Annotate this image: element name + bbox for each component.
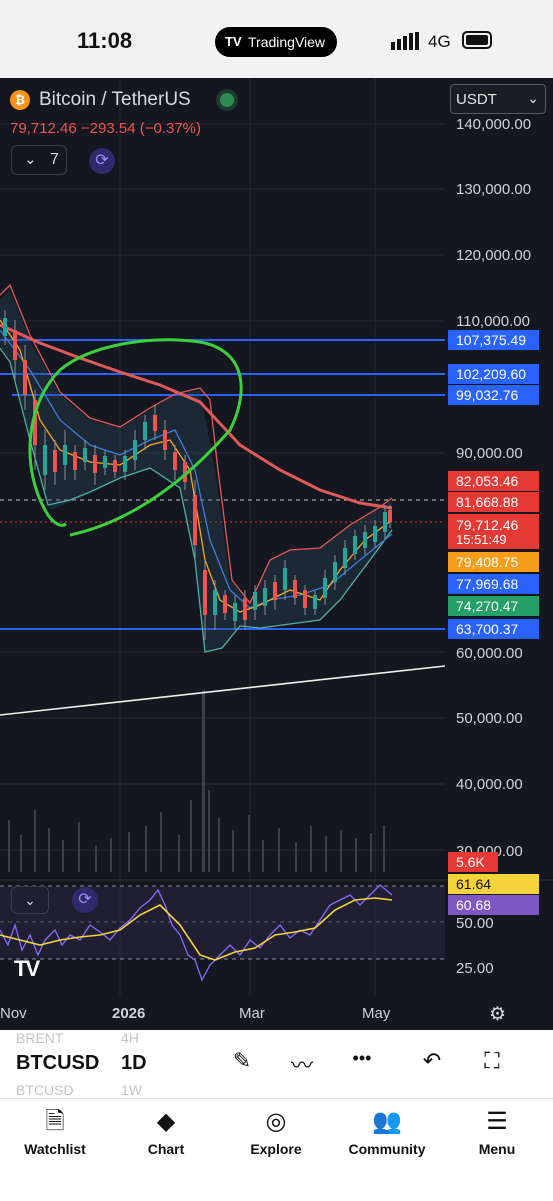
interval-selector[interactable]: 1D: [121, 1052, 147, 1075]
last-price: 79,712.46: [10, 120, 77, 137]
price-change-line: 79,712.46 −293.54 (−0.37%): [10, 120, 201, 137]
indicator-count: 7: [50, 151, 59, 168]
price-tag: 79,408.75: [448, 552, 539, 572]
symbol-name: Bitcoin / TetherUS: [39, 89, 191, 110]
tab-community[interactable]: 👥 Community: [337, 1105, 437, 1157]
indicators-icon[interactable]: 〰: [286, 1048, 318, 1078]
more-icon[interactable]: •••: [346, 1048, 378, 1078]
signal-icon: [391, 32, 419, 50]
price-tag: 77,969.68: [448, 574, 539, 594]
symbol-ghost-above: BRENT: [16, 1030, 64, 1046]
pill-label: TradingView: [248, 34, 326, 50]
time-axis-label: 2026: [112, 1005, 145, 1022]
price-tag: 107,375.49: [448, 330, 539, 350]
price-tag: 63,700.37: [448, 619, 539, 639]
time-axis-label: Nov: [0, 1005, 27, 1022]
currency-select[interactable]: USDT ⌄: [450, 84, 546, 114]
price-tag: 102,209.60: [448, 364, 539, 384]
indicators-toggle-button[interactable]: ⌄ 7: [11, 145, 67, 175]
rsi-axis-label: 25.00: [456, 960, 494, 977]
tradingview-pill[interactable]: TV TradingView: [215, 27, 337, 57]
fullscreen-icon[interactable]: ⛶: [476, 1048, 508, 1078]
currency-label: USDT: [456, 91, 497, 108]
network-type: 4G: [428, 32, 451, 51]
tradingview-watermark-icon: TV: [14, 956, 40, 981]
bookmark-icon: 🗎: [45, 1108, 65, 1135]
tab-label: Watchlist: [24, 1141, 86, 1157]
status-time: 11:08: [77, 28, 133, 53]
tab-label: Chart: [147, 1141, 185, 1157]
chevron-down-icon: ⌄: [24, 151, 37, 168]
undo-icon[interactable]: ↶: [416, 1048, 448, 1078]
price-tag: 99,032.76: [448, 385, 539, 405]
bottom-tab-bar: 🗎 Watchlist ◆ Chart ◎ Explore 👥 Communit…: [0, 1098, 553, 1201]
rsi-sync-icon[interactable]: ⟳: [72, 887, 98, 913]
tab-label: Community: [348, 1141, 426, 1157]
price-axis-label: 130,000.00: [456, 181, 531, 198]
hamburger-icon: ☰: [486, 1108, 508, 1135]
chart-icon: ◆: [156, 1108, 176, 1135]
rsi-value-tag: 60.68: [448, 895, 539, 915]
price-axis-label: 90,000.00: [456, 445, 523, 462]
price-axis-label: 120,000.00: [456, 247, 531, 264]
price-change: −293.54 (−0.37%): [80, 120, 201, 137]
tab-label: Menu: [478, 1141, 516, 1157]
chevron-down-icon: ⌄: [527, 90, 539, 106]
rsi-value-tag: 61.64: [448, 874, 539, 894]
tab-watchlist[interactable]: 🗎 Watchlist: [5, 1105, 105, 1157]
tab-explore[interactable]: ◎ Explore: [226, 1105, 326, 1157]
tab-chart[interactable]: ◆ Chart: [116, 1105, 216, 1157]
interval-ghost-below: 1W: [121, 1082, 142, 1098]
symbol-ghost-below: BTCUSD: [16, 1082, 74, 1098]
volume-tag: 5.6K: [448, 852, 498, 872]
tradingview-logo-icon: TV: [225, 34, 242, 49]
symbol-selector[interactable]: BTCUSD: [16, 1052, 99, 1075]
interval-ghost-above: 4H: [121, 1030, 139, 1046]
compass-icon: ◎: [265, 1108, 287, 1135]
chart-toolbar: BRENT BTCUSD BTCUSD 4H 1D 1W ✎ 〰 ••• ↶ ⛶: [0, 1030, 553, 1098]
rsi-collapse-button[interactable]: ⌄: [11, 886, 49, 914]
price-tag: 74,270.47: [448, 596, 539, 616]
price-tag: 81,668.88: [448, 492, 539, 512]
price-axis-label: 110,000.00: [456, 313, 530, 330]
time-axis-label: May: [362, 1005, 391, 1022]
gear-icon[interactable]: ⚙: [489, 1003, 506, 1026]
time-axis-label: Mar: [239, 1005, 265, 1022]
price-axis-label: 60,000.00: [456, 645, 523, 662]
people-icon: 👥: [372, 1108, 402, 1135]
market-open-dot: [220, 93, 234, 107]
status-bar: 11:08 TV TradingView 4G: [0, 0, 553, 78]
price-axis-label: 40,000.00: [456, 776, 523, 793]
price-axis-label: 140,000.00: [456, 116, 531, 133]
price-axis-label: 50,000.00: [456, 710, 523, 727]
tab-menu[interactable]: ☰ Menu: [447, 1105, 547, 1157]
bitcoin-icon: ₿: [10, 90, 30, 110]
pen-icon[interactable]: ✎: [226, 1048, 258, 1078]
tab-label: Explore: [250, 1141, 302, 1157]
rsi-axis-label: 50.00: [456, 915, 494, 932]
battery-icon: [462, 31, 492, 49]
price-tag: 82,053.46: [448, 471, 539, 491]
sync-icon[interactable]: ⟳: [89, 148, 115, 174]
countdown-tag: 15:51:49: [448, 531, 539, 549]
